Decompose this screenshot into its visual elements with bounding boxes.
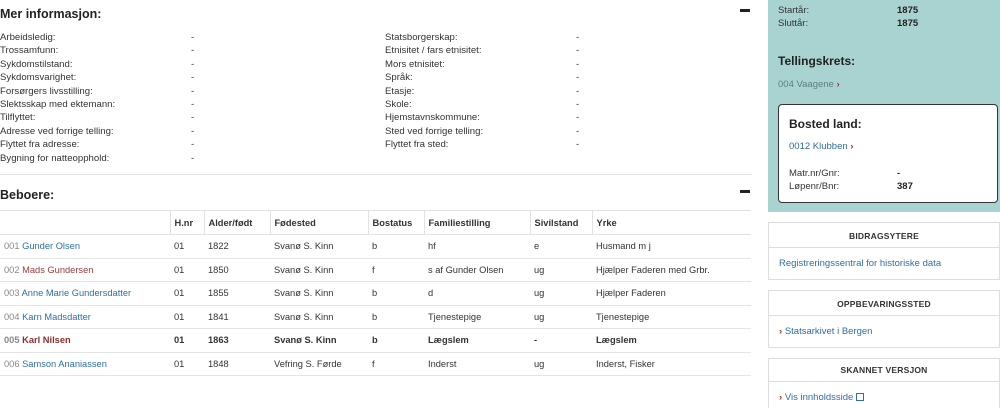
chevron-right-icon: › <box>779 326 783 337</box>
lopenr-label: Løpenr/Bnr: <box>789 181 840 192</box>
column-header: Bostatus <box>367 210 425 235</box>
info-row: Mors etnisitet: - <box>385 58 580 70</box>
table-row: 001 Gunder Olsen 01 1822 Svanø S. Kinn b… <box>0 234 751 259</box>
chevron-right-icon: › <box>836 79 840 90</box>
column-header: Sivilstand <box>529 210 593 235</box>
person-cell: 003 Anne Marie Gundersdatter <box>0 281 170 306</box>
info-row: Bygning for natteopphold: - <box>0 152 195 164</box>
box-divider <box>769 247 999 248</box>
info-row: Forsørgers livsstilling: - <box>0 85 195 97</box>
table-row-selected: 005 Karl Nilsen 01 1863 Svanø S. Kinn b … <box>0 328 751 353</box>
table-header-row: H.nr Alder/født Fødested Bostatus Famili… <box>0 210 751 235</box>
bosted-title: Bosted land: <box>789 117 862 131</box>
more-info-title: Mer informasjon: <box>0 7 102 21</box>
column-header: Fødested <box>269 210 369 235</box>
person-cell: 006 Samson Ananiassen <box>0 351 170 376</box>
info-row: Sykdomstilstand: - <box>0 58 195 70</box>
person-link[interactable]: Mads Gundersen <box>22 265 93 275</box>
info-row: Tilflyttet: - <box>0 112 195 124</box>
lopenr-value: 387 <box>897 181 913 192</box>
more-info-header: Mer informasjon: <box>0 7 752 23</box>
person-cell: 002 Mads Gundersen <box>0 257 170 282</box>
residents-title: Beboere: <box>0 188 55 202</box>
tellingskrets-link[interactable]: 004 Vaagene › <box>778 79 840 90</box>
info-row: Trossamfunn: - <box>0 45 195 57</box>
info-row: Sykdomsvarighet: - <box>0 72 195 84</box>
scanned-title: SKANNET VERSJON <box>840 365 928 375</box>
info-row: Statsborgerskap: - <box>385 32 580 43</box>
table-row: 006 Samson Ananiassen 01 1848 Vefring S.… <box>0 351 751 376</box>
info-row: Skole: - <box>385 99 580 110</box>
start-year-value: 1875 <box>897 5 919 16</box>
person-link[interactable]: Karn Madsdatter <box>22 312 91 322</box>
person-link[interactable]: Gunder Olsen <box>22 241 80 251</box>
table-row: 002 Mads Gundersen 01 1850 Svanø S. Kinn… <box>0 257 751 282</box>
residents-table: H.nr Alder/født Fødested Bostatus Famili… <box>0 210 751 376</box>
person-link[interactable]: Samson Ananiassen <box>22 359 107 369</box>
scanned-box: SKANNET VERSJON › Vis innholdsside <box>768 358 1000 408</box>
info-row: Adresse ved forrige telling: - <box>0 125 195 137</box>
tellingskrets-title: Tellingskrets: <box>778 54 856 68</box>
person-cell: 001 Gunder Olsen <box>0 234 170 259</box>
external-link-icon <box>855 393 864 401</box>
column-header <box>0 210 171 235</box>
person-link[interactable]: Karl Nilsen <box>22 335 71 345</box>
column-header: Familiestilling <box>423 210 531 235</box>
info-row: Språk: - <box>385 72 580 84</box>
contributors-title: BIDRAGSYTERE <box>849 231 919 241</box>
chevron-right-icon: › <box>850 141 854 152</box>
contributors-box: BIDRAGSYTERE Registreringssentral for hi… <box>768 222 1000 280</box>
person-cell: 005 Karl Nilsen <box>0 328 170 353</box>
box-divider <box>769 381 999 382</box>
section-divider <box>0 174 752 175</box>
box-divider <box>769 315 999 316</box>
bosted-card: Bosted land: 0012 Klubben › Matr.nr/Gnr:… <box>778 104 998 203</box>
column-header: Alder/født <box>203 210 271 235</box>
end-year-label: Sluttår: <box>778 18 809 29</box>
column-header: Yrke <box>591 210 751 235</box>
storage-title: OPPBEVARINGSSTED <box>837 299 931 309</box>
info-row: Sted ved forrige telling: - <box>385 125 580 137</box>
info-row: Arbeidsledig: - <box>0 32 195 43</box>
matr-value: - <box>897 168 901 179</box>
table-row: 003 Anne Marie Gundersdatter 01 1855 Sva… <box>0 281 751 306</box>
start-year-label: Startår: <box>778 5 810 16</box>
info-row: Hjemstavnskommune: - <box>385 112 580 124</box>
info-row: Flyttet fra sted: - <box>385 139 580 151</box>
info-row: Slektsskap med ektemann: - <box>0 99 195 110</box>
table-row: 004 Karn Madsdatter 01 1841 Svanø S. Kin… <box>0 304 751 329</box>
contributors-link[interactable]: Registreringssentral for historiske data <box>779 258 941 269</box>
person-cell: 004 Karn Madsdatter <box>0 304 170 329</box>
scanned-link[interactable]: › Vis innholdsside <box>779 392 864 403</box>
info-row: Etasje: - <box>385 85 580 97</box>
storage-link[interactable]: › Statsarkivet i Bergen <box>779 326 872 337</box>
info-row: Flyttet fra adresse: - <box>0 139 195 151</box>
bosted-link[interactable]: 0012 Klubben › <box>789 141 853 152</box>
chevron-right-icon: › <box>779 392 783 403</box>
collapse-more-info-button[interactable] <box>740 9 750 12</box>
storage-box: OPPBEVARINGSSTED › Statsarkivet i Bergen <box>768 290 1000 348</box>
collapse-residents-button[interactable] <box>740 190 750 193</box>
end-year-value: 1875 <box>897 18 919 29</box>
main-content: Mer informasjon: Arbeidsledig: - Trossamf… <box>0 0 752 408</box>
matr-label: Matr.nr/Gnr: <box>789 168 840 179</box>
person-link[interactable]: Anne Marie Gundersdatter <box>22 288 132 298</box>
info-row: Etnisitet / fars etnisitet: - <box>385 45 580 57</box>
residents-header: Beboere: <box>0 188 752 204</box>
column-header: H.nr <box>169 210 205 235</box>
